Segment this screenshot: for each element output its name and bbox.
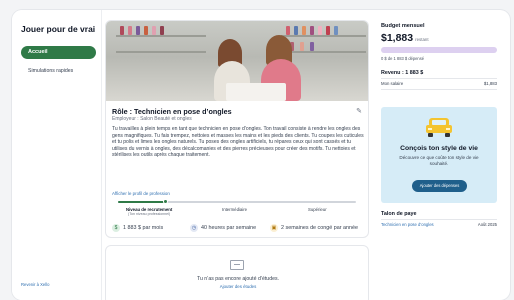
- salon-photo: [106, 21, 368, 101]
- stat-vacation: ▣ 2 semaines de congé par année: [270, 224, 358, 232]
- payslip-item-date: Août 2025: [477, 222, 497, 227]
- stat-pay: $ 1 883 $ par mois: [112, 224, 163, 232]
- employer-label: Employeur : Salon Beauté et ongles: [112, 116, 192, 122]
- sidebar-item-accueil[interactable]: Accueil: [21, 46, 96, 59]
- payslip-item-link[interactable]: Technicien en pose d’ongles: [381, 222, 434, 227]
- car-icon: [426, 118, 452, 137]
- stat-vacation-label: 2 semaines de congé par année: [281, 225, 359, 231]
- level-current-sub: (Ton niveau professionnel): [128, 212, 171, 216]
- money-icon: $: [112, 224, 120, 232]
- budget-spent-note: 0 $ de 1 883 $ dépensé: [381, 56, 425, 61]
- profile-link[interactable]: Afficher le profil de profession: [112, 191, 170, 196]
- job-stats: $ 1 883 $ par mois ◷ 40 heures par semai…: [112, 224, 368, 234]
- app-title: Jouer pour de vrai: [21, 24, 96, 34]
- budget-panel: Budget mensuel $1,883 restant 0 $ de 1 88…: [381, 10, 506, 300]
- main-content: Rôle : Technicien en pose d’ongles ✎ Emp…: [105, 10, 377, 300]
- studies-empty-message: Tu n’as pas encore ajouté d’études.: [197, 276, 279, 282]
- divider: [381, 89, 497, 90]
- career-level-track: [118, 199, 356, 204]
- studies-card: Tu n’as pas encore ajouté d’études. Ajou…: [105, 245, 369, 300]
- job-description: Tu travailles à plein temps en tant que …: [112, 126, 364, 159]
- promo-title: Conçois ton style de vie: [400, 145, 478, 152]
- budget-progress-bar: [381, 47, 497, 53]
- payslip-title: Talon de paye: [381, 211, 417, 217]
- salary-value: $1,883: [483, 81, 497, 86]
- document-icon: [230, 260, 244, 270]
- career-level-marker: [163, 199, 169, 204]
- add-studies-link[interactable]: Ajouter des études: [106, 284, 370, 289]
- clock-icon: ◷: [190, 224, 198, 232]
- salary-label: Mon salaire: [381, 81, 404, 86]
- edit-icon[interactable]: ✎: [356, 107, 362, 115]
- stat-pay-label: 1 883 $ par mois: [123, 225, 164, 231]
- return-to-xello-link[interactable]: Revenir à Xello: [21, 282, 49, 287]
- app-frame: Jouer pour de vrai Accueil Simulations r…: [12, 10, 510, 300]
- career-level-fill: [118, 201, 166, 203]
- budget-amount: $1,883 restant: [381, 32, 429, 44]
- add-expenses-button[interactable]: Ajouter des dépenses: [412, 180, 467, 192]
- stat-hours: ◷ 40 heures par semaine: [190, 224, 256, 232]
- job-card: Rôle : Technicien en pose d’ongles ✎ Emp…: [105, 20, 369, 238]
- level-top: Supérieur: [308, 207, 327, 212]
- lifestyle-promo: Conçois ton style de vie Découvre ce que…: [381, 107, 497, 203]
- sidebar-item-simulations[interactable]: Simulations rapides: [28, 68, 73, 74]
- budget-amount-suffix: restant: [415, 37, 429, 42]
- role-title: Rôle : Technicien en pose d’ongles: [112, 107, 232, 116]
- divider: [381, 78, 497, 79]
- sidebar: Jouer pour de vrai Accueil Simulations r…: [12, 10, 102, 300]
- budget-label: Budget mensuel: [381, 23, 425, 29]
- level-middle: Intermédiaire: [222, 207, 248, 212]
- stat-hours-label: 40 heures par semaine: [201, 225, 257, 231]
- suitcase-icon: ▣: [270, 224, 278, 232]
- budget-amount-value: $1,883: [381, 32, 414, 44]
- revenue-title: Revenu : 1 883 $: [381, 70, 424, 76]
- promo-text: Découvre ce que coûte ton style de vie s…: [399, 155, 479, 167]
- divider: [381, 219, 497, 220]
